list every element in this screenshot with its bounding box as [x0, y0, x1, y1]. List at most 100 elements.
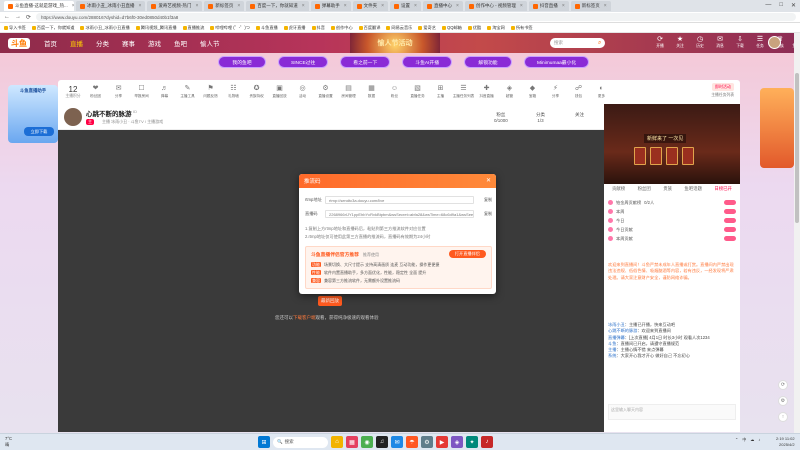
taskbar-app-icon[interactable]: ⊞	[258, 436, 270, 448]
replay-button[interactable]: 最新回放	[318, 296, 342, 306]
tab-close-icon[interactable]: ×	[72, 3, 74, 9]
rank-row[interactable]: 今日	[608, 216, 736, 225]
bookmark-item[interactable]: 淘宝网	[487, 25, 505, 31]
browser-tab[interactable]: 设置 ×	[390, 1, 421, 11]
chat-tab[interactable]: 鱼吧话题	[684, 186, 702, 196]
rank-row[interactable]: 铂金周贡献榜 0/2人	[608, 198, 736, 207]
streamer-avatar[interactable]	[64, 108, 82, 126]
toolbar-item[interactable]: ✉ 分享	[107, 85, 130, 99]
bookmark-item[interactable]: 抖音	[311, 25, 325, 31]
tab-close-icon[interactable]: ×	[520, 3, 523, 9]
chat-username[interactable]: 直播弹幕	[608, 335, 625, 340]
toolbar-item[interactable]: ☺ 粉丝	[383, 85, 406, 99]
browser-tab[interactable]: 新标签页 ×	[204, 1, 245, 11]
bookmark-item[interactable]: 腾讯视频_腾讯直播	[135, 25, 177, 31]
follow-button[interactable]: 关注	[575, 112, 584, 118]
bookmark-item[interactable]: 百度一下，你就知道	[31, 25, 74, 31]
right-float-ad[interactable]	[760, 88, 794, 168]
activity-pill[interactable]: 看之前一下	[340, 56, 391, 68]
tab-close-icon[interactable]: ×	[237, 3, 240, 9]
rank-row[interactable]: 本周贡献	[608, 234, 736, 243]
tray-icon[interactable]: ⌃	[735, 437, 738, 443]
chat-input[interactable]: 这里输入聊天内容	[608, 404, 736, 420]
bookmark-item[interactable]: 虎牙直播	[283, 25, 306, 31]
forward-button[interactable]: →	[15, 14, 21, 20]
rank-toggle[interactable]	[724, 236, 736, 241]
activity-pill[interactable]: 斗鱼AI开播	[402, 56, 452, 68]
header-action[interactable]: ☰ 任务	[752, 36, 768, 49]
chat-tab[interactable]: 日榜已开	[714, 186, 732, 196]
site-nav-item[interactable]: 愉人节	[200, 38, 220, 48]
tab-close-icon[interactable]: ×	[456, 3, 459, 9]
browser-tab[interactable]: 爱奇艺视频-热门 ×	[147, 1, 203, 11]
scrollbar-thumb[interactable]	[795, 73, 799, 223]
taskbar-app-icon[interactable]: ✦	[466, 436, 478, 448]
task-list-link[interactable]: 主播任务列表	[711, 93, 734, 98]
event-banner[interactable]: 愉人节活动	[350, 33, 440, 53]
maximize-button[interactable]: □	[779, 2, 783, 9]
taskbar-app-icon[interactable]: ◈	[451, 436, 463, 448]
site-nav-item[interactable]: 赛事	[122, 38, 135, 48]
taskbar-app-icon[interactable]: ▶	[436, 436, 448, 448]
toolbar-item[interactable]: ◎ 活动	[291, 85, 314, 99]
bookmark-item[interactable]: 直播推流	[182, 25, 204, 31]
site-nav-item[interactable]: 直播	[70, 38, 83, 48]
taskbar-app-icon[interactable]: ☂	[406, 436, 418, 448]
taskbar-search[interactable]: 🔍 搜索	[273, 436, 328, 448]
rank-toggle[interactable]	[724, 218, 736, 223]
toolbar-item[interactable]: ⚙ 直播设置	[314, 85, 337, 99]
taskbar-app-icon[interactable]: ◉	[361, 436, 373, 448]
tab-close-icon[interactable]: ×	[302, 3, 305, 9]
game-ad[interactable]: 新鲜来了 一次见	[604, 104, 740, 184]
toolbar-item[interactable]: ▣ 直播回放	[268, 85, 291, 99]
refresh-icon[interactable]: ⟳	[778, 380, 788, 390]
toolbar-item[interactable]: ☍ 钱包	[567, 85, 590, 99]
rank-toggle[interactable]	[724, 209, 736, 214]
taskbar-app-icon[interactable]: ✉	[391, 436, 403, 448]
tab-close-icon[interactable]: ×	[381, 3, 384, 9]
scroll-top-icon[interactable]: ↑	[778, 412, 788, 422]
close-window-button[interactable]: ✕	[791, 2, 796, 9]
douyu-logo[interactable]: 斗鱼	[8, 37, 30, 49]
tray-icon[interactable]: ☁	[750, 437, 754, 443]
chat-tab[interactable]: 贵族	[663, 186, 672, 196]
taskbar-app-icon[interactable]: ♪	[481, 436, 493, 448]
bookmark-item[interactable]: 所有书签	[510, 25, 533, 31]
taskbar-app-icon[interactable]: ⌂	[331, 436, 343, 448]
toolbar-item[interactable]: ✪ 贵族特权	[245, 85, 268, 99]
activity-pill[interactable]: 解锁功能	[464, 56, 512, 68]
bookmark-item[interactable]: 创作中心	[330, 25, 353, 31]
toolbar-item[interactable]: ▦ 数据	[360, 85, 383, 99]
copy-rtmp-button[interactable]: 复制	[474, 197, 492, 203]
tab-close-icon[interactable]: ×	[414, 3, 417, 9]
event-tag[interactable]: 即时活动	[712, 83, 734, 91]
browser-tab[interactable]: 抖音直播 ×	[528, 1, 569, 11]
toolbar-item[interactable]: ☷ 礼物墙	[222, 85, 245, 99]
header-action[interactable]: ◷ 历史	[692, 36, 708, 49]
toolbar-item[interactable]: ❤ 粉丝团	[84, 85, 107, 99]
bookmark-item[interactable]: 爱奇艺	[418, 25, 436, 31]
chat-username[interactable]: 冰雨小丑	[608, 322, 625, 327]
header-action[interactable]: ✉ 消息	[712, 36, 728, 49]
rank-toggle[interactable]	[724, 227, 736, 232]
site-nav-item[interactable]: 游戏	[148, 38, 161, 48]
header-action[interactable]: ⇩ 下载	[732, 36, 748, 49]
tab-close-icon[interactable]: ×	[344, 3, 347, 9]
toolbar-item[interactable]: ♬ 弹幕	[153, 85, 176, 99]
back-button[interactable]: ←	[4, 14, 10, 20]
toolbar-item[interactable]: ▧ 直播任务	[406, 85, 429, 99]
toolbar-item[interactable]: ✚ 抖音直播	[475, 85, 498, 99]
tab-close-icon[interactable]: ×	[562, 3, 565, 9]
chat-username[interactable]: 心跳不断的脉游	[608, 328, 637, 333]
toolbar-item[interactable]: ☰ 主播任务列表	[452, 85, 475, 99]
toolbar-item[interactable]: ▤ 房间管理	[337, 85, 360, 99]
weather-widget[interactable]: 7°C 晴	[5, 436, 12, 447]
close-icon[interactable]: ✕	[486, 177, 491, 184]
toolbar-item[interactable]: ⚑ 问题反馈	[199, 85, 222, 99]
rank-row[interactable]: 今日贡献	[608, 225, 736, 234]
toolbar-item[interactable]: ✎ 主播工具	[176, 85, 199, 99]
page-scrollbar[interactable]	[794, 33, 800, 433]
bookmark-item[interactable]: 网易云音乐	[386, 25, 412, 31]
browser-tab[interactable]: 斗鱼直播-这就是游戏_热... ×	[4, 1, 74, 11]
bookmark-item[interactable]: 斗鱼直播	[255, 25, 278, 31]
